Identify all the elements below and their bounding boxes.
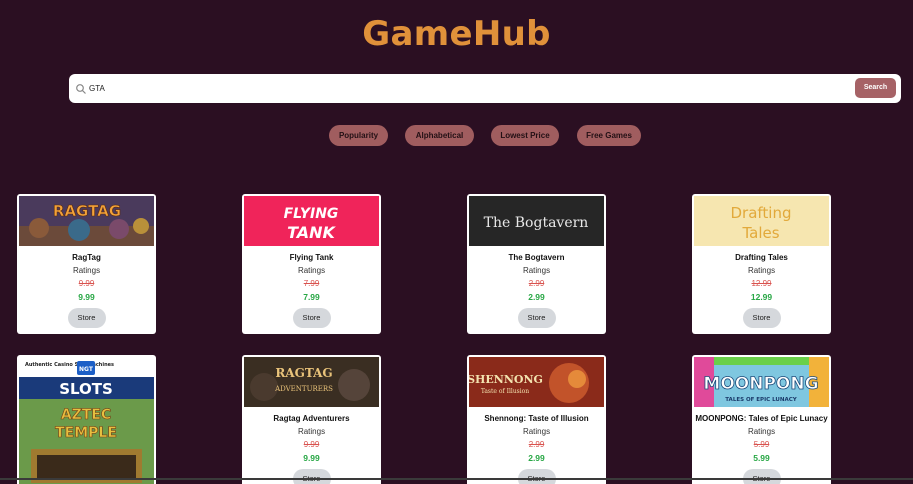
- search-bar: Search: [69, 74, 901, 103]
- filter-alphabetical[interactable]: Alphabetical: [405, 125, 474, 146]
- svg-text:FLYING: FLYING: [284, 206, 339, 222]
- filter-free-games[interactable]: Free Games: [577, 125, 641, 146]
- game-ratings: Ratings: [747, 427, 776, 436]
- game-name: The Bogtavern: [508, 253, 565, 262]
- svg-text:MOONPONG: MOONPONG: [703, 374, 818, 394]
- game-image-aztec-temple-slots[interactable]: Authentic Casino Slot Machines NGT SLOTS…: [19, 357, 154, 484]
- game-sale-price: 7.99: [303, 292, 320, 302]
- game-image-shennong[interactable]: SHENNONG Taste of Illusion: [469, 357, 604, 407]
- store-button[interactable]: Store: [742, 469, 781, 484]
- svg-text:RAGTAG: RAGTAG: [53, 202, 121, 220]
- svg-text:The Bogtavern: The Bogtavern: [484, 215, 589, 231]
- game-ratings: Ratings: [522, 427, 551, 436]
- svg-text:Drafting: Drafting: [730, 204, 791, 222]
- svg-text:AZTEC: AZTEC: [61, 407, 111, 423]
- game-ratings: Ratings: [522, 266, 551, 275]
- game-name: Drafting Tales: [735, 253, 788, 262]
- store-button[interactable]: Store: [292, 469, 331, 484]
- svg-text:NGT: NGT: [79, 366, 94, 373]
- store-button[interactable]: Store: [517, 308, 556, 328]
- game-sale-price: 2.99: [528, 292, 545, 302]
- game-sale-price: 9.99: [303, 453, 320, 463]
- game-image-ragtag[interactable]: RAGTAG: [19, 196, 154, 246]
- game-name: RagTag: [72, 253, 101, 262]
- search-input[interactable]: [89, 80, 849, 97]
- game-ratings: Ratings: [747, 266, 776, 275]
- game-sale-price: 9.99: [78, 292, 95, 302]
- game-image-the-bogtavern[interactable]: The Bogtavern: [469, 196, 604, 246]
- game-card[interactable]: SHENNONG Taste of Illusion Shennong: Tas…: [467, 355, 606, 484]
- svg-text:Authentic Casino Slot Machines: Authentic Casino Slot Machines: [25, 362, 114, 368]
- game-original-price: 7.99: [303, 279, 320, 288]
- svg-text:Tales: Tales: [741, 224, 779, 242]
- game-card[interactable]: RAGTAG RagTag Ratings 9.99 9.99 Store: [17, 194, 156, 334]
- game-original-price: 12.99: [751, 279, 772, 288]
- game-ratings: Ratings: [72, 266, 101, 275]
- store-button[interactable]: Store: [292, 308, 331, 328]
- svg-text:ADVENTURERS: ADVENTURERS: [274, 385, 333, 393]
- search-button[interactable]: Search: [855, 78, 896, 98]
- search-icon: [75, 82, 87, 94]
- game-image-ragtag-adventurers[interactable]: RAGTAG ADVENTURERS: [244, 357, 379, 407]
- game-original-price: 2.99: [528, 279, 545, 288]
- svg-text:RAGTAG: RAGTAG: [275, 366, 332, 380]
- game-name: Ragtag Adventurers: [273, 414, 350, 423]
- store-button[interactable]: Store: [517, 469, 556, 484]
- game-card[interactable]: MOONPONG TALES OF EPIC LUNACY MOONPONG: …: [692, 355, 831, 484]
- svg-text:TEMPLE: TEMPLE: [55, 425, 117, 441]
- svg-text:Taste of Illusion: Taste of Illusion: [481, 388, 529, 395]
- filter-bar: Popularity Alphabetical Lowest Price Fre…: [0, 125, 913, 147]
- game-image-flying-tank[interactable]: FLYING TANK: [244, 196, 379, 246]
- game-card[interactable]: RAGTAG ADVENTURERS Ragtag Adventurers Ra…: [242, 355, 381, 484]
- game-name: MOONPONG: Tales of Epic Lunacy: [695, 414, 828, 423]
- game-sale-price: 12.99: [750, 292, 773, 302]
- game-sale-price: 2.99: [528, 453, 545, 463]
- game-card[interactable]: The Bogtavern The Bogtavern Ratings 2.99…: [467, 194, 606, 334]
- game-original-price: 9.99: [78, 279, 95, 288]
- game-original-price: 5.99: [753, 440, 770, 449]
- app-title: GameHub: [362, 14, 551, 54]
- store-button[interactable]: Store: [67, 308, 106, 328]
- svg-text:SHENNONG: SHENNONG: [469, 373, 543, 386]
- game-original-price: 2.99: [528, 440, 545, 449]
- filter-popularity[interactable]: Popularity: [329, 125, 388, 146]
- game-card[interactable]: Drafting Tales Drafting Tales Ratings 12…: [692, 194, 831, 334]
- store-button[interactable]: Store: [742, 308, 781, 328]
- game-name: Flying Tank: [289, 253, 334, 262]
- filter-lowest-price[interactable]: Lowest Price: [491, 125, 559, 146]
- game-card[interactable]: Authentic Casino Slot Machines NGT SLOTS…: [17, 355, 156, 484]
- svg-text:TALES OF EPIC LUNACY: TALES OF EPIC LUNACY: [725, 397, 798, 403]
- game-original-price: 9.99: [303, 440, 320, 449]
- svg-text:TANK: TANK: [287, 223, 336, 242]
- game-card[interactable]: FLYING TANK Flying Tank Ratings 7.99 7.9…: [242, 194, 381, 334]
- game-name: Shennong: Taste of Illusion: [484, 414, 589, 423]
- game-image-drafting-tales[interactable]: Drafting Tales: [694, 196, 829, 246]
- game-ratings: Ratings: [297, 266, 326, 275]
- game-ratings: Ratings: [297, 427, 326, 436]
- window-bottom-border: [0, 478, 913, 480]
- game-sale-price: 5.99: [753, 453, 770, 463]
- game-image-moonpong[interactable]: MOONPONG TALES OF EPIC LUNACY: [694, 357, 829, 407]
- svg-text:SLOTS: SLOTS: [59, 380, 113, 398]
